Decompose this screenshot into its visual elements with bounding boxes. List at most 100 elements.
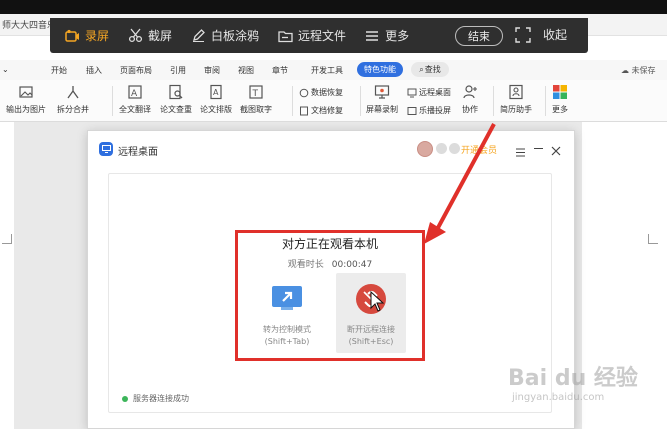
translate-label: 全文翻译 [119, 105, 151, 114]
vip-coin-icon [449, 143, 460, 154]
document-tab-title[interactable]: 师大大四音乐 [2, 18, 56, 31]
split-merge-label: 拆分合并 [57, 105, 89, 114]
open-vip-link[interactable]: 开通会员 [461, 143, 497, 156]
remote-desktop-icon [407, 88, 417, 98]
collaborate-icon [461, 83, 479, 101]
tab-home[interactable]: 开始 [51, 65, 67, 76]
margin-mark-right [648, 234, 658, 244]
svg-text:A: A [131, 89, 138, 99]
paper-check-label: 论文查重 [160, 105, 192, 114]
whiteboard-label: 白板涂鸦 [211, 29, 260, 43]
paper-layout-button[interactable]: A 论文排版 [200, 83, 232, 115]
baidu-watermark-url: jingyan.baidu.com [512, 392, 605, 403]
layout-doc-icon: A [207, 83, 225, 101]
tab-special-features[interactable]: 特色功能 [357, 62, 403, 77]
screen-record-label: 屏幕录制 [366, 105, 398, 114]
highlight-box [235, 230, 425, 361]
cast-label: 乐播投屏 [419, 106, 451, 115]
split-icon [64, 83, 82, 101]
translate-icon: A [126, 83, 144, 101]
cast-button[interactable]: 乐播投屏 [407, 105, 451, 116]
ribbon-nav-icon[interactable]: ⌄ [2, 65, 9, 74]
screenshot-ocr-label: 截图取字 [240, 105, 272, 114]
paper-check-button[interactable]: 论文查重 [160, 83, 192, 115]
screenshot-label: 截屏 [148, 29, 173, 43]
tab-page-layout[interactable]: 页面布局 [120, 65, 152, 76]
magnifier-doc-icon [167, 83, 185, 101]
minimize-icon[interactable] [534, 148, 543, 149]
cast-icon [407, 106, 417, 116]
collaborate-label: 协作 [462, 105, 478, 114]
more-apps-icon [551, 83, 569, 101]
cloud-icon: ☁ [621, 66, 629, 75]
remote-files-label: 远程文件 [298, 29, 347, 43]
tab-review[interactable]: 审阅 [204, 65, 220, 76]
record-button[interactable]: 录屏 [64, 18, 109, 53]
screenshot-ocr-button[interactable]: T 截图取字 [240, 83, 272, 115]
export-image-label: 输出为图片 [6, 105, 46, 114]
screenshot-button[interactable]: 截屏 [127, 18, 172, 53]
close-icon[interactable] [550, 142, 562, 156]
scissors-icon [127, 28, 143, 44]
tab-developer[interactable]: 开发工具 [311, 65, 343, 76]
split-merge-button[interactable]: 拆分合并 [57, 83, 89, 115]
search-label: 查找 [424, 65, 441, 74]
ribbon-divider [545, 86, 546, 116]
server-status-text: 服务器连接成功 [133, 394, 189, 403]
recording-toolbar: 录屏 截屏 白板涂鸦 远程文件 更多 结束 收起 [50, 18, 588, 53]
more-tools-button[interactable]: 更多 [551, 83, 569, 115]
remote-desktop-button[interactable]: 远程桌面 [407, 87, 451, 98]
fullscreen-icon[interactable] [515, 27, 531, 43]
recovery-icon [299, 88, 309, 98]
save-status-label: 未保存 [631, 66, 656, 75]
pen-icon [190, 28, 206, 44]
end-button[interactable]: 结束 [455, 26, 503, 46]
search-button[interactable]: ⌕ 查找 [411, 62, 449, 77]
monitor-icon [373, 83, 391, 101]
dialog-header: 远程桌面 开通会员 [88, 131, 574, 167]
status-dot-icon [122, 395, 128, 402]
svg-text:T: T [252, 89, 259, 99]
ribbon-tabs: ⌄ 开始 插入 页面布局 引用 审阅 视图 章节 开发工具 特色功能 ⌕ 查找 … [0, 60, 667, 80]
tab-view[interactable]: 视图 [238, 65, 254, 76]
whiteboard-button[interactable]: 白板涂鸦 [190, 18, 259, 53]
remote-files-button[interactable]: 远程文件 [277, 18, 346, 53]
hamburger-menu-icon[interactable] [515, 143, 526, 157]
collapse-button[interactable]: 收起 [543, 26, 567, 43]
doc-repair-button[interactable]: 文档修复 [299, 105, 343, 116]
svg-text:A: A [213, 88, 219, 97]
ribbon-divider [493, 86, 494, 116]
resume-icon [507, 83, 525, 101]
doc-repair-label: 文档修复 [311, 106, 343, 115]
more-tools-label: 更多 [552, 105, 568, 114]
paper-layout-label: 论文排版 [200, 105, 232, 114]
ribbon-divider [360, 86, 361, 116]
data-recovery-label: 数据恢复 [311, 88, 343, 97]
translate-button[interactable]: A 全文翻译 [119, 83, 151, 115]
image-export-icon [17, 83, 35, 101]
save-status[interactable]: ☁ 未保存 [621, 65, 656, 76]
more-button[interactable]: 更多 [364, 18, 409, 53]
ribbon-divider [292, 86, 293, 116]
record-label: 录屏 [85, 29, 110, 43]
avatar[interactable] [417, 141, 433, 157]
record-icon [64, 28, 80, 44]
data-recovery-button[interactable]: 数据恢复 [299, 87, 343, 98]
tab-chapter[interactable]: 章节 [272, 65, 288, 76]
export-image-button[interactable]: 输出为图片 [6, 83, 46, 115]
search-icon: ⌕ [419, 64, 424, 74]
screen-record-button[interactable]: 屏幕录制 [366, 83, 398, 115]
remote-desktop-label: 远程桌面 [419, 88, 451, 97]
window-top-strip [0, 0, 667, 14]
margin-mark-left [2, 234, 12, 244]
folder-icon [277, 28, 293, 44]
dialog-title: 远程桌面 [118, 147, 158, 158]
baidu-watermark: Bai du 经验 [508, 366, 638, 391]
collaborate-button[interactable]: 协作 [461, 83, 479, 115]
tab-references[interactable]: 引用 [170, 65, 186, 76]
server-status: 服务器连接成功 [122, 393, 189, 404]
remote-desktop-logo-icon [99, 142, 113, 156]
repair-icon [299, 106, 309, 116]
tab-insert[interactable]: 插入 [86, 65, 102, 76]
resume-assistant-button[interactable]: 简历助手 [500, 83, 532, 115]
